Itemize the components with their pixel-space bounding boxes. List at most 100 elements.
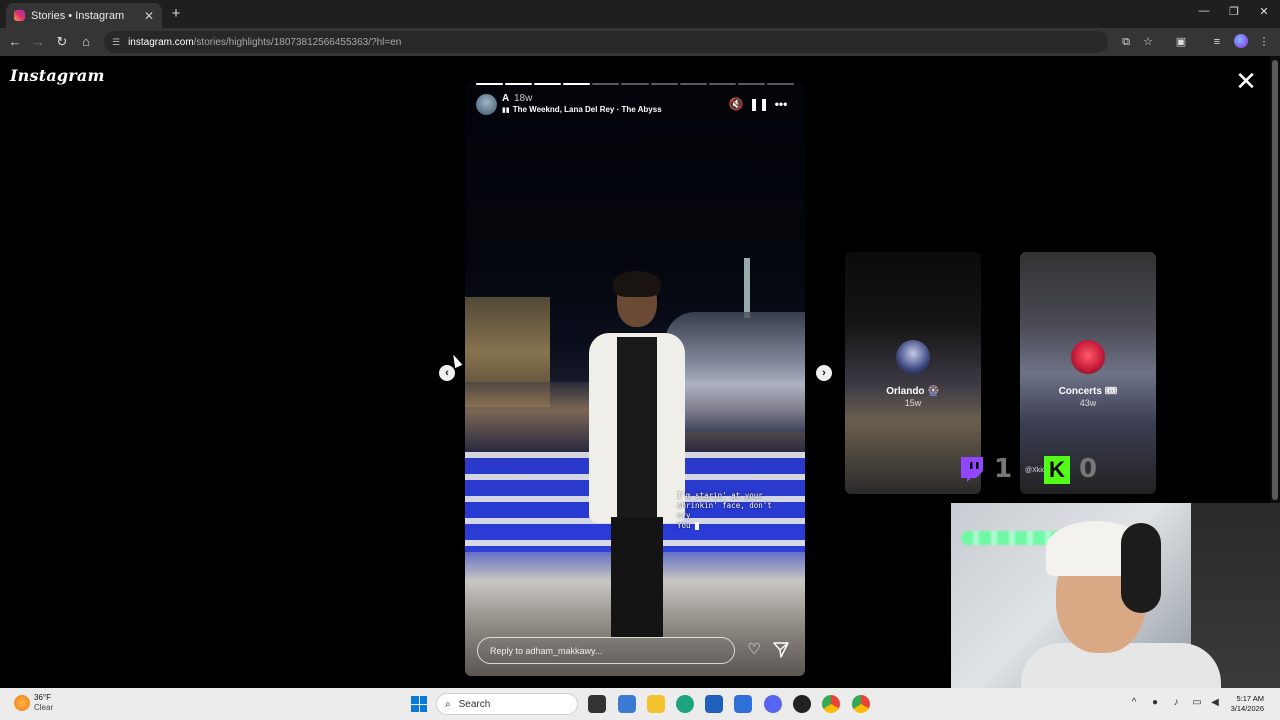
weather-temperature: 36°F — [34, 693, 51, 702]
highlight-age: 43w — [1079, 398, 1097, 408]
lyrics-line: You — [677, 521, 691, 530]
site-info-icon[interactable]: ☰ — [112, 37, 120, 48]
clock-date: 3/14/2026 — [1230, 704, 1264, 713]
url-host: instagram.com — [128, 36, 194, 48]
browser-menu-icon[interactable]: ⋮ — [1256, 34, 1272, 50]
store-icon[interactable] — [705, 695, 723, 713]
music-label: The Weeknd, Lana Del Rey · The Abyss — [512, 105, 662, 114]
tray-app-icon[interactable]: ● — [1148, 697, 1162, 708]
story-progress-bar — [476, 83, 795, 85]
pause-icon[interactable]: ❚❚ — [749, 96, 769, 112]
mute-icon[interactable]: 🔇 — [728, 96, 744, 112]
tab-stories-instagram[interactable]: Stories • Instagram ✕ — [6, 3, 162, 28]
story-person — [581, 271, 691, 637]
send-icon[interactable] — [772, 641, 790, 659]
taskbar-clock[interactable]: 5:17 AM 3/14/2026 — [1224, 694, 1264, 714]
chrome-profile-icon[interactable] — [852, 695, 870, 713]
progress-segment — [476, 83, 504, 85]
search-placeholder: Search — [458, 698, 491, 710]
person-hair — [613, 271, 661, 297]
progress-segment — [621, 83, 649, 85]
lyrics-cursor — [695, 522, 700, 530]
new-tab-button[interactable]: + — [168, 6, 184, 22]
forward-arrow-icon[interactable]: → — [29, 33, 47, 51]
person-undershirt — [617, 337, 657, 527]
highlight-title: Orlando 🎡 — [886, 386, 940, 397]
reading-list-icon[interactable]: ≡ — [1209, 34, 1225, 50]
like-heart-icon[interactable]: ♡ — [745, 641, 763, 659]
next-story-button[interactable]: › — [816, 365, 832, 381]
extensions-icon[interactable]: ▣ — [1173, 34, 1189, 50]
progress-segment — [708, 83, 736, 85]
previous-story-button[interactable]: ‹ — [439, 365, 455, 381]
lyrics-line: I'm starin' at your — [677, 491, 763, 500]
chrome-icon[interactable] — [822, 695, 840, 713]
weather-condition: Clear — [34, 703, 54, 712]
twitch-count: 1 — [994, 454, 1013, 484]
yacht-mast — [744, 258, 750, 318]
profile-avatar[interactable] — [1234, 34, 1248, 48]
windows-taskbar: 36°F Clear ⌕ Search ^ ● ♪ ▭ ◀ 5:17 AM 3/1… — [0, 688, 1280, 720]
story-user-avatar[interactable] — [476, 94, 497, 115]
progress-segment — [737, 83, 765, 85]
tab-title: Stories • Instagram — [31, 9, 125, 22]
install-app-icon[interactable]: ⧉ — [1118, 34, 1134, 50]
person-legs — [611, 517, 663, 637]
kick-count: 0 — [1079, 454, 1098, 484]
weather-icon — [14, 695, 30, 711]
app-icon-2[interactable] — [734, 695, 752, 713]
address-bar[interactable]: ☰ instagram.com/stories/highlights/18073… — [104, 31, 1108, 53]
app-icon-1[interactable] — [618, 695, 636, 713]
home-icon[interactable]: ⌂ — [77, 33, 95, 51]
progress-segment — [650, 83, 678, 85]
progress-segment — [505, 83, 533, 85]
discord-icon[interactable] — [764, 695, 782, 713]
more-options-icon[interactable]: ••• — [773, 96, 789, 112]
volume-icon[interactable]: ◀ — [1208, 697, 1222, 708]
maximize-button[interactable]: ❐ — [1219, 5, 1249, 18]
edge-icon[interactable] — [676, 695, 694, 713]
scrollbar-thumb[interactable] — [1272, 60, 1278, 500]
progress-segment — [563, 83, 591, 85]
highlight-title: Concerts 🎟 — [1058, 386, 1118, 397]
tray-display-icon[interactable]: ▭ — [1190, 697, 1204, 708]
story-header: A 18w ▮▮ The Weeknd, Lana Del Rey · The A… — [476, 93, 794, 117]
close-story-icon[interactable]: ✕ — [1234, 68, 1258, 94]
back-arrow-icon[interactable]: ← — [6, 33, 24, 51]
minimize-button[interactable]: — — [1189, 5, 1219, 17]
progress-segment — [679, 83, 707, 85]
windows-start-icon[interactable] — [411, 696, 427, 712]
tray-mic-icon[interactable]: ♪ — [1169, 697, 1183, 708]
reload-icon[interactable]: ↻ — [53, 33, 71, 51]
file-explorer-icon[interactable] — [647, 695, 665, 713]
browser-toolbar: ← → ↻ ⌂ ☰ instagram.com/stories/highligh… — [0, 28, 1280, 56]
story-music-track[interactable]: ▮▮ The Weeknd, Lana Del Rey · The Abyss — [502, 105, 662, 114]
app-icon-3[interactable] — [793, 695, 811, 713]
taskbar-search[interactable]: ⌕ Search — [436, 693, 578, 715]
tray-chevron-icon[interactable]: ^ — [1127, 697, 1141, 708]
story-username[interactable]: A — [502, 93, 509, 104]
instagram-favicon-icon — [14, 10, 25, 21]
highlight-avatar — [896, 340, 930, 374]
progress-segment — [592, 83, 620, 85]
search-icon: ⌕ — [445, 698, 451, 710]
progress-segment — [534, 83, 562, 85]
highlight-avatar — [1071, 340, 1105, 374]
story-lyrics: I'm starin' at your shrinkin' face, don'… — [677, 491, 797, 531]
url-path: /stories/highlights/18073812566455363/?h… — [193, 36, 402, 48]
clock-time: 5:17 AM — [1236, 694, 1264, 703]
webcam-headset — [1121, 523, 1161, 613]
lyrics-line: shrinkin' face, don't — [677, 501, 772, 510]
music-equalizer-icon: ▮▮ — [502, 107, 510, 114]
bookmark-star-icon[interactable]: ☆ — [1140, 34, 1156, 50]
kick-icon: K — [1044, 456, 1070, 484]
instagram-logo[interactable]: Instagram — [10, 66, 105, 85]
reply-placeholder: Reply to adham_makkawy... — [490, 645, 603, 656]
task-view-icon[interactable] — [588, 695, 606, 713]
story-media[interactable] — [465, 82, 805, 676]
tab-close-icon[interactable]: ✕ — [144, 9, 154, 23]
reply-input[interactable]: Reply to adham_makkawy... — [477, 637, 735, 664]
browser-tab-bar: Stories • Instagram ✕ + — ❐ ✕ — [0, 0, 1280, 28]
window-close-button[interactable]: ✕ — [1249, 5, 1279, 18]
webcam-streamer-body — [1021, 643, 1221, 688]
